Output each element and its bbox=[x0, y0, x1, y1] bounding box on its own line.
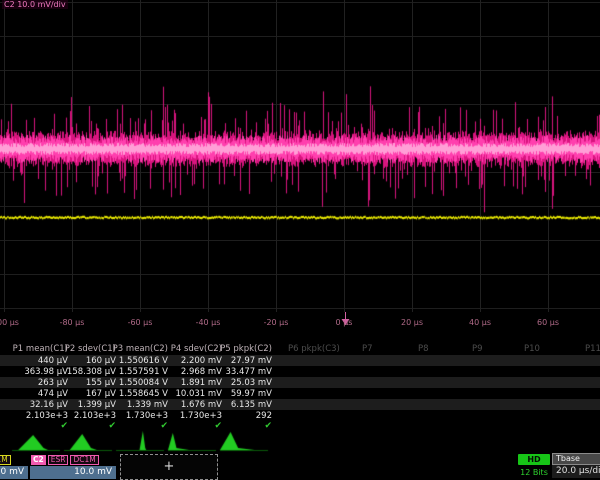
measurement-cell: 1.557591 V bbox=[106, 367, 168, 377]
measurement-header-row: P1 mean(C1)P2 sdev(C1)P3 mean(C2)P4 sdev… bbox=[0, 342, 600, 355]
channel-badge: ESR bbox=[48, 455, 69, 465]
axis-tick-label: -20 µs bbox=[264, 318, 289, 327]
time-axis: -100 µs -80 µs -60 µs -40 µs -20 µs 0 µs 20 µs… bbox=[0, 317, 600, 331]
measurement-cell: 27.97 mV bbox=[210, 356, 272, 366]
measurement-cell: 1.730e+3 bbox=[106, 411, 168, 421]
axis-tick-label: -40 µs bbox=[196, 318, 221, 327]
measurement-row-mean: 363.98 µV158.308 µV1.557591 V2.968 mV33.… bbox=[0, 366, 600, 377]
measurement-row-num: 2.103e+32.103e+31.730e+31.730e+3292 bbox=[0, 410, 600, 421]
add-trace-button[interactable]: + bbox=[120, 454, 218, 480]
oscilloscope-screen: C2 10.0 mV/div -100 µs -80 µs -60 µs -40 µs… bbox=[0, 0, 600, 480]
channel-badge: DC1M bbox=[0, 455, 11, 465]
hd-bits-label: 12 Bits bbox=[512, 468, 556, 477]
axis-tick-label: 20 µs bbox=[401, 318, 423, 327]
c2-scale-value: 10.0 mV bbox=[30, 466, 116, 479]
measurement-header-cell[interactable]: P3 mean(C2) bbox=[106, 344, 168, 354]
trace-label-c2: C2 10.0 mV/div bbox=[2, 0, 68, 9]
axis-tick-label: -60 µs bbox=[128, 318, 153, 327]
channel-badge: DC1M bbox=[70, 455, 98, 465]
measurement-row-sdev: 32.16 µV1.399 µV1.339 mV1.676 mV6.135 mV bbox=[0, 399, 600, 410]
measurement-cell: 25.03 mV bbox=[210, 378, 272, 388]
timebase-value: 20.0 µs/div bbox=[552, 465, 600, 478]
measurement-cell: 292 bbox=[210, 411, 272, 421]
measurement-rows: 440 µV160 µV1.550616 V2.200 mV27.97 mV36… bbox=[0, 355, 600, 432]
measurement-cell: 59.97 mV bbox=[210, 389, 272, 399]
measurement-cell: 1.339 mV bbox=[106, 400, 168, 410]
measurement-table: P1 mean(C1)P2 sdev(C1)P3 mean(C2)P4 sdev… bbox=[0, 342, 600, 432]
measurement-header-cell-inactive[interactable]: P11 bbox=[585, 344, 600, 354]
measurement-cell: 1.550616 V bbox=[106, 356, 168, 366]
channel-descriptor-c2[interactable]: C2ESRDC1M 10.0 mV bbox=[30, 454, 116, 479]
measurement-row-min: 263 µV155 µV1.550084 V1.891 mV25.03 mV bbox=[0, 377, 600, 388]
measurement-row-value: 440 µV160 µV1.550616 V2.200 mV27.97 mV bbox=[0, 355, 600, 366]
axis-tick-label: 40 µs bbox=[469, 318, 491, 327]
axis-tick-label: 60 µs bbox=[537, 318, 559, 327]
measurement-header-cell-inactive[interactable]: P7 bbox=[362, 344, 373, 354]
channel-badge: C2 bbox=[31, 455, 46, 465]
timebase-label: Tbase bbox=[552, 453, 600, 465]
c1-scale-value: 10.0 mV bbox=[0, 466, 28, 479]
waveform-area[interactable] bbox=[0, 0, 600, 318]
measurement-header-cell-inactive[interactable]: P8 bbox=[418, 344, 429, 354]
channel-descriptor-c1[interactable]: C1ESRDC1M 10.0 mV bbox=[0, 454, 28, 479]
measurement-header-cell-inactive[interactable]: P6 pkpk(C3) bbox=[288, 344, 340, 354]
measurement-cell: 1.550084 V bbox=[106, 378, 168, 388]
plus-icon: + bbox=[164, 459, 175, 474]
axis-tick-label: 0 µs bbox=[336, 318, 353, 327]
measurement-cell: 6.135 mV bbox=[210, 400, 272, 410]
measurement-header-cell-inactive[interactable]: P9 bbox=[472, 344, 483, 354]
measurement-header-cell-inactive[interactable]: P10 bbox=[524, 344, 540, 354]
hd-badge[interactable]: HD bbox=[518, 454, 550, 465]
measurement-cell: 33.477 mV bbox=[210, 367, 272, 377]
measurement-header-cell[interactable]: P5 pkpk(C2) bbox=[210, 344, 272, 354]
axis-tick-label: -100 µs bbox=[0, 318, 19, 327]
c2-badges: C2ESRDC1M bbox=[30, 454, 116, 465]
histicons-strip[interactable] bbox=[0, 430, 600, 454]
measurement-cell: 1.558645 V bbox=[106, 389, 168, 399]
timebase-box[interactable]: Tbase 20.0 µs/div bbox=[552, 453, 600, 478]
axis-tick-label: -80 µs bbox=[60, 318, 85, 327]
c1-badges: C1ESRDC1M bbox=[0, 454, 28, 465]
measurement-row-max: 474 µV167 µV1.558645 V10.031 mV59.97 mV bbox=[0, 388, 600, 399]
